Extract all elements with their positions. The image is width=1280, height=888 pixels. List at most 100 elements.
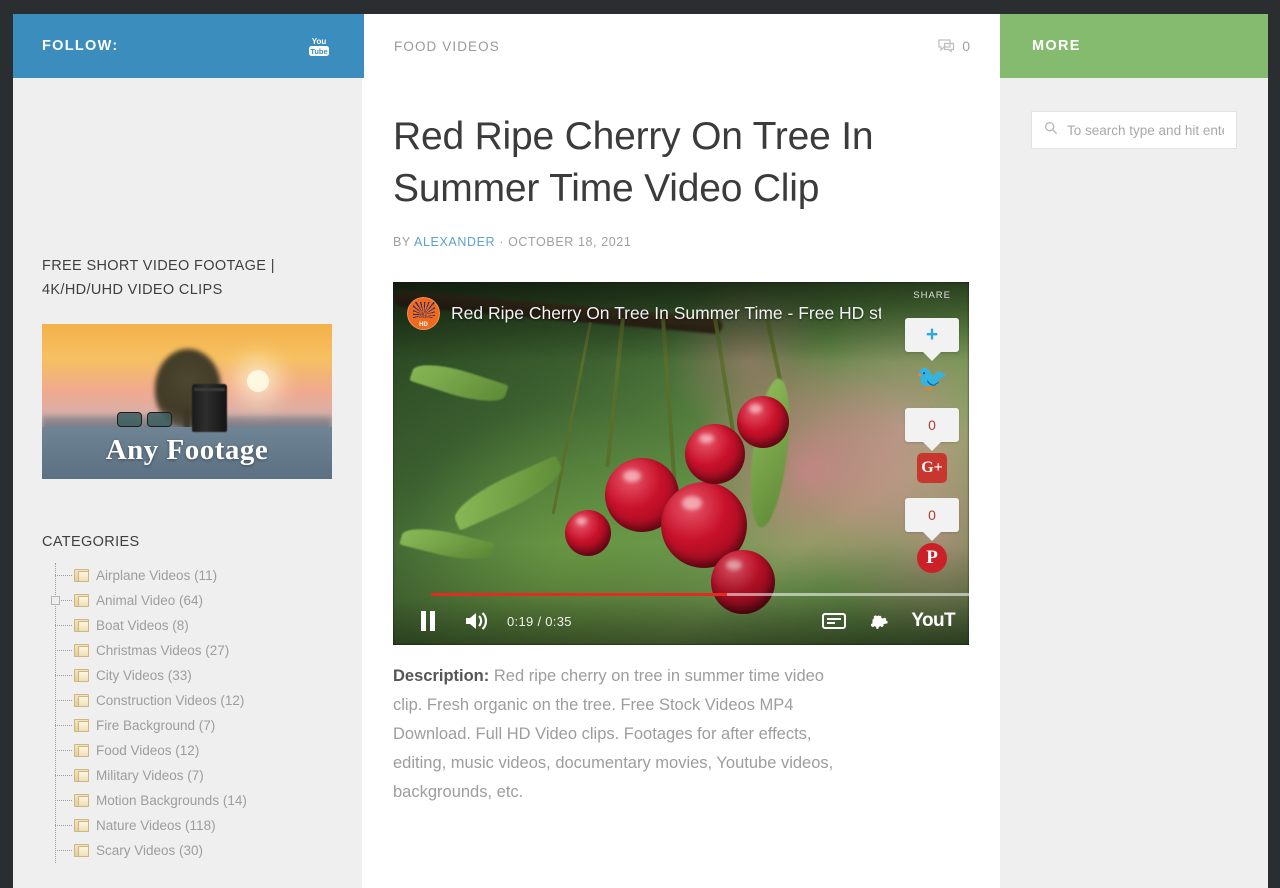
youtube-player[interactable]: HD Red Ripe Cherry On Tree In Summer Tim… [393,282,969,645]
breadcrumb-category[interactable]: FOOD VIDEOS [394,39,500,54]
meta-by-label: BY [393,235,411,249]
tree-branch-line [55,700,72,701]
category-label: Military Videos (7) [96,768,204,783]
post-meta: BY ALEXANDER · OCTOBER 18, 2021 [393,235,969,249]
category-list-item[interactable]: Military Videos (7) [42,763,333,788]
category-list-item[interactable]: Boat Videos (8) [42,613,333,638]
categories-widget-title: CATEGORIES [42,534,140,550]
category-label: City Videos (33) [96,668,192,683]
social-share-widget: + 🐦 0 G+ 0 P [905,318,959,588]
page-root: FOLLOW: You Tube FOOD VIDEOS 0 MORE FREE… [0,0,1280,888]
right-sidebar [1000,78,1268,888]
tree-branch-line [55,725,72,726]
share-label[interactable]: SHARE [913,290,951,301]
follow-label: FOLLOW: [42,38,119,54]
category-list-item[interactable]: Motion Backgrounds (14) [42,788,333,813]
category-label: Scary Videos (30) [96,843,204,858]
folder-icon [74,844,89,857]
video-title[interactable]: Red Ripe Cherry On Tree In Summer Time -… [451,303,881,324]
player-controls: 0:19 / 0:35 YouT [393,593,969,645]
comment-count: 0 [962,38,970,54]
category-label: Fire Background (7) [96,718,216,733]
tree-branch-line [55,775,72,776]
expand-toggle-icon[interactable] [51,596,60,605]
tree-branch-line [55,800,72,801]
category-label: Animal Video (64) [96,593,204,608]
google-plus-icon[interactable]: G+ [915,451,949,485]
tree-branch-line [55,750,72,751]
twitter-share-bubble: + [905,318,959,352]
category-list-item[interactable]: City Videos (33) [42,663,333,688]
tree-branch-line [55,850,72,851]
gear-icon[interactable] [868,611,889,632]
category-label: Food Videos (12) [96,743,200,758]
banner-camera-lens [192,384,227,432]
category-list-item[interactable]: Scary Videos (30) [42,838,333,863]
category-label: Boat Videos (8) [96,618,189,633]
pinterest-glyph: P [917,543,947,573]
control-bar-right: YouT [822,610,956,632]
pause-icon[interactable] [417,610,443,632]
current-time: 0:19 [507,613,534,629]
search-widget[interactable] [1031,111,1237,149]
page-title: Red Ripe Cherry On Tree In Summer Time V… [393,115,874,210]
category-label: Motion Backgrounds (14) [96,793,247,808]
folder-icon [74,819,89,832]
category-list-item[interactable]: Fire Background (7) [42,713,333,738]
comment-indicator[interactable]: 0 [938,38,970,54]
window-right-strip [1268,0,1280,888]
category-list-item[interactable]: Food Videos (12) [42,738,333,763]
more-bar[interactable]: MORE [1000,14,1268,78]
pinterest-icon[interactable]: P [915,541,949,575]
follow-bar: FOLLOW: You Tube [13,14,362,78]
folder-icon [74,744,89,757]
google-plus-glyph: G+ [917,453,947,483]
google-plus-share-count: 0 [905,408,959,442]
window-top-strip [0,0,1280,14]
category-list-item[interactable]: Airplane Videos (11) [42,563,333,588]
footage-widget-title: FREE SHORT VIDEO FOOTAGE | 4K/HD/UHD VID… [42,258,275,298]
volume-icon[interactable] [463,610,489,632]
category-label: Airplane Videos (11) [96,568,218,583]
any-footage-banner[interactable]: Any Footage [42,324,332,479]
folder-icon [74,794,89,807]
footage-widget: FREE SHORT VIDEO FOOTAGE | 4K/HD/UHD VID… [13,254,362,479]
post-date: OCTOBER 18, 2021 [508,235,632,249]
category-list-item[interactable]: Nature Videos (118) [42,813,333,838]
youtube-wordmark[interactable]: YouT [911,610,955,632]
meta-separator: · [499,235,505,249]
progress-bar[interactable] [393,593,969,597]
control-bar: 0:19 / 0:35 YouT [393,597,969,645]
more-label: MORE [1032,38,1081,54]
category-label: Christmas Videos (27) [96,643,230,658]
closed-captions-icon[interactable] [822,613,847,629]
folder-icon [74,644,89,657]
folder-icon [74,619,89,632]
tree-branch-line [55,575,72,576]
category-label: Construction Videos (12) [96,693,245,708]
tree-branch-line [55,625,72,626]
twitter-icon[interactable]: 🐦 [915,361,949,395]
post-category-bar: FOOD VIDEOS 0 [362,14,1000,78]
duration: 0:35 [545,613,572,629]
comment-icon [938,38,955,53]
folder-icon [74,769,89,782]
category-list-item[interactable]: Construction Videos (12) [42,688,333,713]
post-author-link[interactable]: ALEXANDER [414,235,495,249]
youtube-icon[interactable]: You Tube [307,34,331,58]
category-list-item[interactable]: Christmas Videos (27) [42,638,333,663]
player-title-bar: HD Red Ripe Cherry On Tree In Summer Tim… [393,282,969,344]
svg-text:You: You [312,37,327,46]
folder-icon [74,594,89,607]
svg-text:Tube: Tube [310,47,327,56]
time-display: 0:19 / 0:35 [507,614,572,629]
tree-branch-line [55,675,72,676]
category-label: Nature Videos (118) [96,818,216,833]
window-left-strip [0,0,13,888]
search-input[interactable] [1067,122,1224,138]
category-list-item[interactable]: Animal Video (64) [42,588,333,613]
folder-icon [74,669,89,682]
channel-avatar[interactable]: HD [407,296,440,330]
banner-sun-icon [247,370,269,392]
folder-icon [74,694,89,707]
